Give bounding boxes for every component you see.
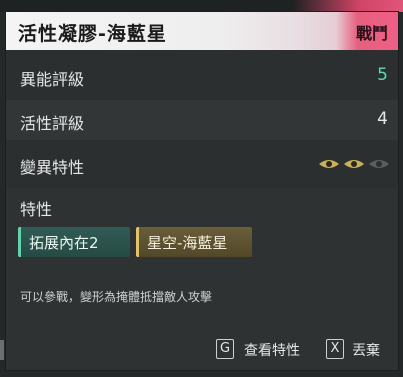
stat-label: 異能評級 — [20, 70, 85, 89]
stat-label: 變異特性 — [20, 158, 85, 177]
title-bar: 活性凝膠-海藍星 戰鬥 — [6, 12, 398, 50]
accent-strip — [293, 0, 403, 12]
footer-actions: G 查看特性 X 丟棄 — [6, 334, 398, 370]
stat-row-ability: 異能評級 5 — [6, 56, 398, 96]
view-traits-button[interactable]: 查看特性 — [244, 340, 300, 360]
trait-chip-expand[interactable]: 拓展內在2 — [18, 227, 130, 257]
stat-value: 4 — [377, 109, 388, 129]
mutation-eyes — [318, 158, 390, 170]
stat-label: 活性評級 — [20, 114, 85, 133]
eye-outline-icon — [369, 160, 389, 168]
discard-button[interactable]: 丟棄 — [352, 340, 380, 360]
background-strip — [0, 0, 403, 12]
eye-icon — [319, 160, 339, 168]
traits-title: 特性 — [20, 200, 53, 219]
category-tag: 戰鬥 — [336, 12, 398, 50]
category-tag-label: 戰鬥 — [355, 24, 388, 43]
eye-icon — [344, 160, 364, 168]
stat-row-mutation: 變異特性 — [6, 144, 398, 184]
left-edge-indicator — [0, 340, 4, 360]
item-title: 活性凝膠-海藍星 — [18, 23, 167, 45]
g-key-icon[interactable]: G — [216, 339, 234, 359]
item-description: 可以參戰，變形為掩體抵擋敵人攻擊 — [20, 290, 213, 304]
x-key-icon[interactable]: X — [326, 339, 344, 359]
stat-row-activity: 活性評級 4 — [6, 100, 398, 140]
item-detail-panel: 活性凝膠-海藍星 戰鬥 異能評級 5 活性評級 4 變異特性 特性 拓展內在2 … — [6, 12, 398, 370]
stat-value: 5 — [377, 65, 388, 85]
trait-chip-star[interactable]: 星空-海藍星 — [136, 227, 252, 257]
